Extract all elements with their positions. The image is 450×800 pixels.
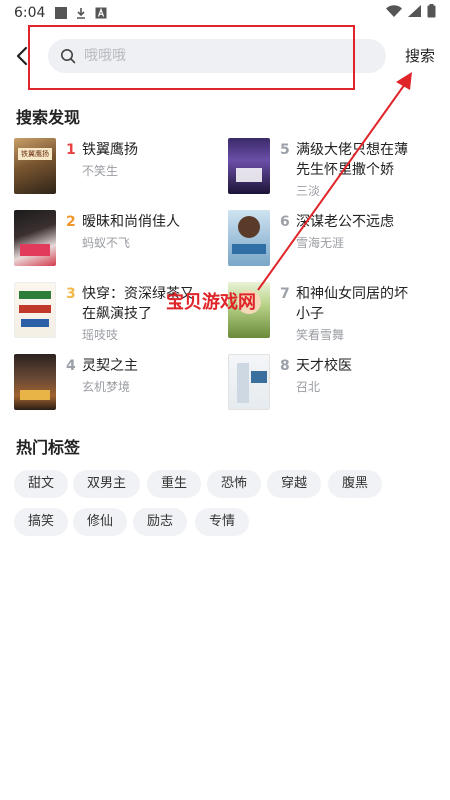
chevron-left-icon <box>16 46 28 66</box>
book-rank: 2 <box>66 214 76 230</box>
book-author: 不笑生 <box>82 164 119 178</box>
tag-chip[interactable]: 重生 <box>147 470 202 498</box>
book-cover <box>14 354 56 410</box>
book-item[interactable]: 8 天才校医 召北 <box>228 354 438 412</box>
download-icon <box>75 7 87 19</box>
book-title: 深谋老公不远虑 <box>296 214 394 230</box>
book-item[interactable]: 5 满级大佬只想在薄先生怀里撒个娇 三淡 <box>228 138 438 198</box>
book-author: 玄机梦境 <box>82 380 131 394</box>
book-cover <box>228 354 270 410</box>
signal-icon <box>408 5 421 21</box>
tag-chip[interactable]: 双男主 <box>73 470 141 498</box>
tag-chip[interactable]: 恐怖 <box>207 470 262 498</box>
book-cover <box>228 210 270 266</box>
book-item[interactable]: 2 暧昧和尚俏佳人 蚂蚁不飞 <box>14 210 224 268</box>
tag-chip[interactable]: 甜文 <box>14 470 69 498</box>
book-title: 满级大佬只想在薄先生怀里撒个娇 <box>296 142 408 178</box>
tag-chip[interactable]: 励志 <box>133 508 188 536</box>
status-bar: 6:04 <box>0 0 450 26</box>
book-author: 三淡 <box>296 184 321 198</box>
book-author: 瑶吱吱 <box>82 328 119 342</box>
book-cover: 铁翼鹰扬 <box>14 138 56 194</box>
book-cover <box>228 138 270 194</box>
tag-chip[interactable]: 搞笑 <box>14 508 69 536</box>
status-time: 6:04 <box>14 5 46 21</box>
book-item[interactable]: 6 深谋老公不远虑 雪海无涯 <box>228 210 438 268</box>
app-a-icon <box>95 7 107 19</box>
book-title: 快穿：资深绿茶又在飙演技了 <box>82 286 194 322</box>
book-author: 召北 <box>296 380 321 394</box>
book-rank: 1 <box>66 142 76 158</box>
search-button[interactable]: 搜索 <box>398 44 442 68</box>
tag-chip[interactable]: 修仙 <box>73 508 128 536</box>
back-button[interactable] <box>10 40 34 72</box>
book-rank: 6 <box>280 214 290 230</box>
book-rank: 5 <box>280 142 290 158</box>
search-input[interactable] <box>84 48 344 64</box>
tag-chip[interactable]: 专情 <box>195 508 250 536</box>
book-author: 蚂蚁不飞 <box>82 236 131 250</box>
search-box[interactable] <box>48 39 386 73</box>
book-rank: 4 <box>66 358 76 374</box>
book-item[interactable]: 铁翼鹰扬 1 铁翼鹰扬 不笑生 <box>14 138 224 196</box>
book-cover <box>14 210 56 266</box>
notification-square-icon <box>55 7 68 19</box>
book-item[interactable]: 3 快穿：资深绿茶又在飙演技了 瑶吱吱 <box>14 282 224 342</box>
wifi-icon <box>386 5 402 21</box>
tag-chip[interactable]: 穿越 <box>267 470 322 498</box>
book-rank: 7 <box>280 286 290 302</box>
book-rank: 3 <box>66 286 76 302</box>
book-author: 雪海无涯 <box>296 236 345 250</box>
book-item[interactable]: 7 和神仙女同居的坏小子 笑看雪舞 <box>228 282 438 342</box>
hot-tags-section-title: 热门标签 <box>16 438 81 457</box>
book-title: 暧昧和尚俏佳人 <box>82 214 180 230</box>
book-author: 笑看雪舞 <box>296 328 345 342</box>
battery-icon <box>427 4 436 22</box>
book-title: 铁翼鹰扬 <box>82 142 138 158</box>
book-cover <box>228 282 270 338</box>
discover-section-title: 搜索发现 <box>16 108 81 127</box>
search-icon <box>61 49 76 64</box>
book-title: 和神仙女同居的坏小子 <box>296 286 408 322</box>
book-item[interactable]: 4 灵契之主 玄机梦境 <box>14 354 224 412</box>
book-title: 灵契之主 <box>82 358 138 374</box>
tag-chip[interactable]: 腹黑 <box>328 470 383 498</box>
book-rank: 8 <box>280 358 290 374</box>
book-title: 天才校医 <box>296 358 352 374</box>
book-cover <box>14 282 56 338</box>
search-header: 搜索 <box>0 26 450 88</box>
